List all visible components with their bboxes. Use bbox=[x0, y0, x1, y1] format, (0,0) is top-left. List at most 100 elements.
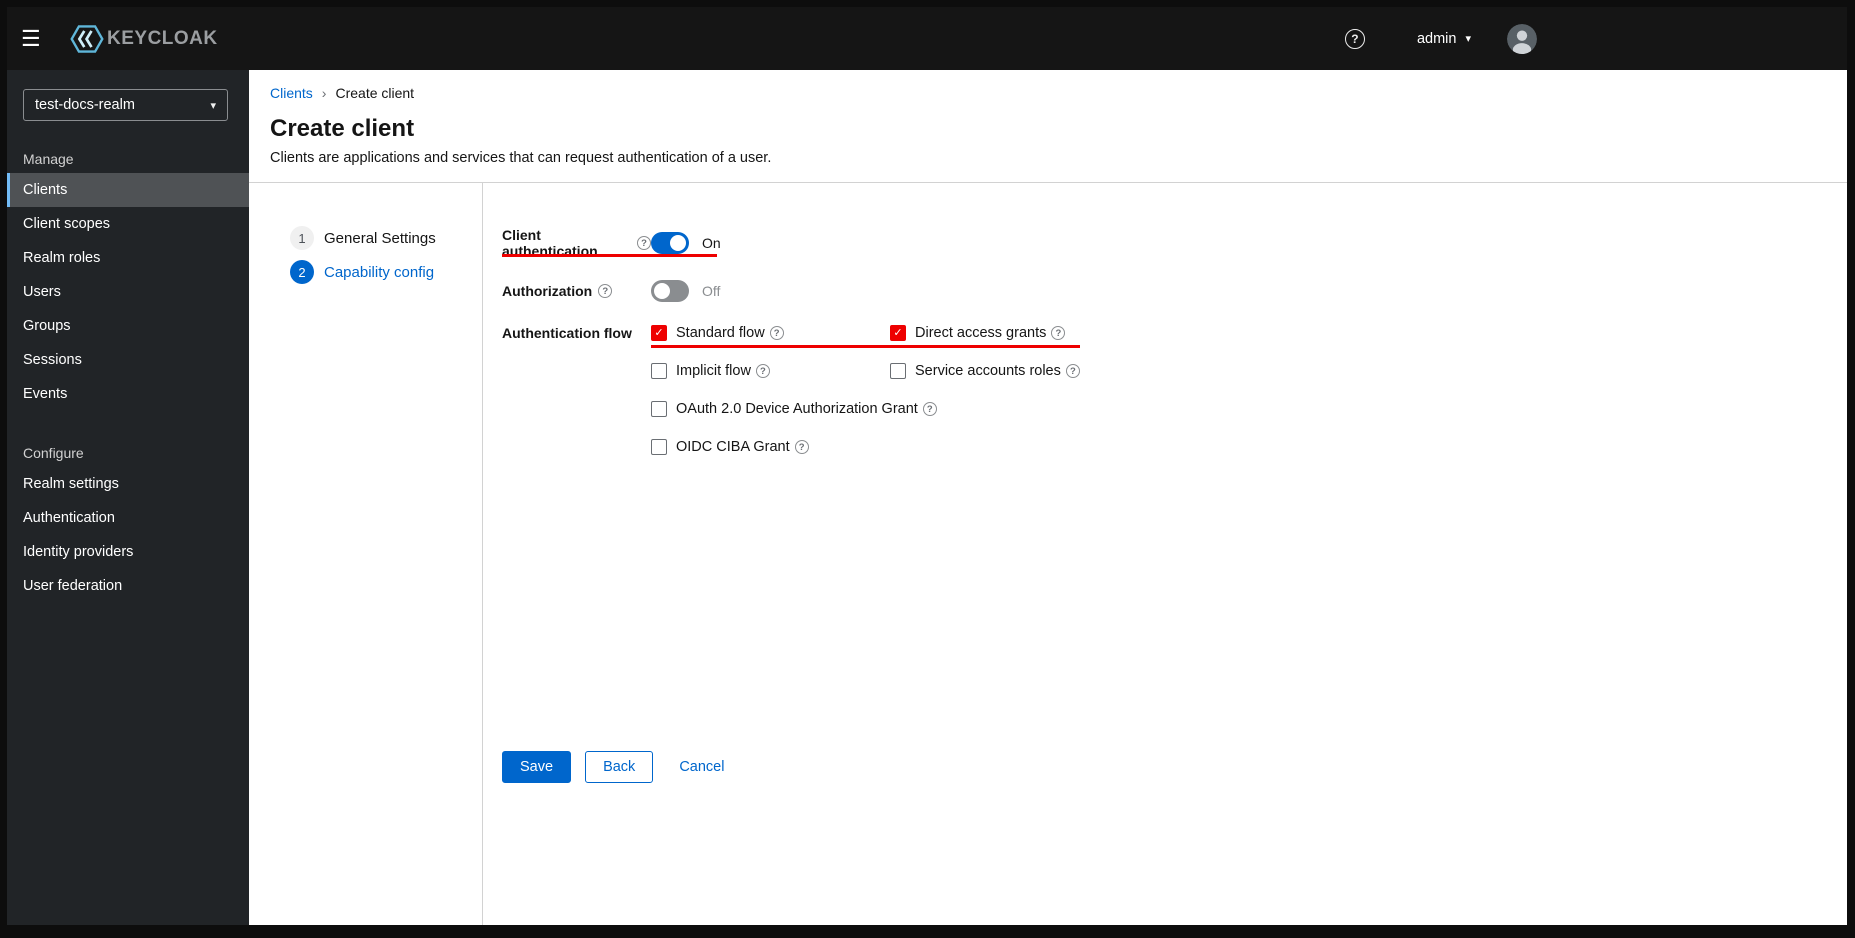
checkbox-oauth-device-authorization-grant[interactable]: ✓ OAuth 2.0 Device Authorization Grant ? bbox=[651, 401, 1080, 417]
breadcrumb: Clients › Create client bbox=[270, 85, 1823, 102]
help-icon[interactable]: ? bbox=[794, 440, 809, 454]
toggle-knob bbox=[670, 235, 686, 251]
checkbox-service-accounts-roles[interactable]: ✓ Service accounts roles ? bbox=[890, 363, 1080, 379]
check-icon: ✓ bbox=[654, 326, 664, 339]
wizard-step-capability-config[interactable]: 2 Capability config bbox=[290, 260, 482, 284]
hamburger-menu-icon[interactable]: ☰ bbox=[21, 26, 53, 52]
field-label-cell: Authorization ? bbox=[502, 283, 651, 299]
breadcrumb-separator-icon: › bbox=[321, 85, 327, 101]
sidebar-item-clients[interactable]: Clients bbox=[7, 173, 249, 207]
nav-section-configure: Configure Realm settings Authentication … bbox=[7, 445, 249, 603]
checkbox-box: ✓ bbox=[890, 325, 906, 341]
step-label: Capability config bbox=[324, 263, 435, 281]
checkbox-box: ✓ bbox=[651, 325, 667, 341]
masthead: ☰ KEYCLOAK ? admin ▾ bbox=[7, 7, 1847, 70]
field-control-cell: Off bbox=[651, 280, 720, 302]
sidebar: test-docs-realm ▾ Manage Clients Client … bbox=[7, 70, 249, 925]
help-icon[interactable]: ? bbox=[755, 364, 770, 378]
main-content: Clients › Create client Create client Cl… bbox=[249, 70, 1847, 925]
nav-section-manage: Manage Clients Client scopes Realm roles… bbox=[7, 151, 249, 411]
nav-section-title: Manage bbox=[23, 151, 74, 167]
breadcrumb-current: Create client bbox=[335, 85, 415, 101]
window-frame: ☰ KEYCLOAK ? admin ▾ test-docs-realm ▾ M… bbox=[0, 0, 1855, 938]
realm-name: test-docs-realm bbox=[35, 97, 135, 113]
checkbox-label: Standard flow bbox=[676, 325, 765, 341]
keycloak-logo-icon bbox=[70, 24, 104, 53]
authorization-toggle[interactable] bbox=[651, 280, 689, 302]
configure-nav: Realm settings Authentication Identity p… bbox=[7, 467, 249, 603]
masthead-right: ? admin ▾ bbox=[1344, 23, 1537, 54]
annotation-underline bbox=[502, 254, 717, 257]
toggle-state-label: On bbox=[702, 235, 721, 251]
check-icon: ✓ bbox=[893, 326, 903, 339]
authentication-flow-options: ✓ Standard flow ? ✓ Direct access grants… bbox=[651, 325, 1080, 455]
toggle-knob bbox=[654, 283, 670, 299]
help-icon[interactable]: ? bbox=[769, 326, 784, 340]
wizard-nav: 1 General Settings 2 Capability config bbox=[249, 183, 483, 925]
breadcrumb-clients-link[interactable]: Clients bbox=[270, 85, 313, 102]
page-title: Create client bbox=[270, 115, 415, 142]
create-client-wizard: 1 General Settings 2 Capability config C bbox=[249, 183, 1847, 925]
help-icon[interactable]: ? bbox=[637, 236, 651, 250]
avatar[interactable] bbox=[1507, 23, 1537, 54]
field-authentication-flow: Authentication flow ✓ Standard flow ? ✓ bbox=[502, 325, 1847, 455]
checkbox-label: Service accounts roles bbox=[915, 363, 1061, 379]
checkbox-standard-flow[interactable]: ✓ Standard flow ? bbox=[651, 325, 890, 348]
keycloak-logo[interactable]: KEYCLOAK bbox=[69, 21, 218, 57]
checkbox-label: Implicit flow bbox=[676, 363, 751, 379]
wizard-footer: Save Back Cancel bbox=[502, 751, 736, 783]
checkbox-box: ✓ bbox=[651, 363, 667, 379]
field-label: Authentication flow bbox=[502, 325, 632, 341]
capability-config-form: Client authentication ? On Authorization… bbox=[483, 183, 1847, 925]
sidebar-item-realm-roles[interactable]: Realm roles bbox=[7, 241, 249, 275]
step-label: General Settings bbox=[324, 229, 436, 247]
sidebar-item-user-federation[interactable]: User federation bbox=[7, 569, 249, 603]
help-icon[interactable]: ? bbox=[922, 402, 937, 416]
field-label-cell: Authentication flow bbox=[502, 325, 651, 342]
field-client-authentication: Client authentication ? On bbox=[502, 227, 1847, 259]
client-authentication-toggle[interactable] bbox=[651, 232, 689, 254]
field-control-cell: On bbox=[651, 232, 721, 254]
wizard-step-general-settings[interactable]: 1 General Settings bbox=[290, 226, 482, 250]
nav-section-title: Configure bbox=[23, 445, 84, 461]
sidebar-item-sessions[interactable]: Sessions bbox=[7, 343, 249, 377]
checkbox-box: ✓ bbox=[651, 401, 667, 417]
field-authorization: Authorization ? Off bbox=[502, 280, 1847, 302]
checkbox-implicit-flow[interactable]: ✓ Implicit flow ? bbox=[651, 363, 890, 379]
user-dropdown[interactable]: admin ▾ bbox=[1417, 31, 1471, 47]
help-icon[interactable]: ? bbox=[598, 284, 613, 298]
page-description: Clients are applications and services th… bbox=[270, 150, 772, 166]
checkbox-box: ✓ bbox=[651, 439, 667, 455]
sidebar-item-client-scopes[interactable]: Client scopes bbox=[7, 207, 249, 241]
back-button[interactable]: Back bbox=[585, 751, 654, 783]
layout: test-docs-realm ▾ Manage Clients Client … bbox=[7, 70, 1847, 925]
sidebar-item-identity-providers[interactable]: Identity providers bbox=[7, 535, 249, 569]
keycloak-admin-console: ☰ KEYCLOAK ? admin ▾ test-docs-realm ▾ M… bbox=[7, 7, 1847, 925]
logo-wordmark: KEYCLOAK bbox=[107, 27, 218, 49]
help-icon[interactable]: ? bbox=[1065, 364, 1080, 378]
checkbox-oidc-ciba-grant[interactable]: ✓ OIDC CIBA Grant ? bbox=[651, 439, 1080, 455]
caret-down-icon: ▾ bbox=[1465, 33, 1471, 45]
avatar-icon bbox=[1507, 23, 1537, 54]
step-number: 1 bbox=[290, 226, 314, 250]
help-icon[interactable]: ? bbox=[1344, 28, 1365, 49]
help-icon[interactable]: ? bbox=[1051, 326, 1066, 340]
sidebar-item-groups[interactable]: Groups bbox=[7, 309, 249, 343]
checkbox-box: ✓ bbox=[890, 363, 906, 379]
manage-nav: Clients Client scopes Realm roles Users … bbox=[7, 173, 249, 411]
checkbox-label: OIDC CIBA Grant bbox=[676, 439, 790, 455]
toggle-state-label: Off bbox=[702, 283, 721, 299]
sidebar-item-users[interactable]: Users bbox=[7, 275, 249, 309]
sidebar-item-events[interactable]: Events bbox=[7, 377, 249, 411]
checkbox-label: OAuth 2.0 Device Authorization Grant bbox=[676, 401, 918, 417]
save-button[interactable]: Save bbox=[502, 751, 572, 783]
sidebar-item-authentication[interactable]: Authentication bbox=[7, 501, 249, 535]
sidebar-item-realm-settings[interactable]: Realm settings bbox=[7, 467, 249, 501]
caret-down-icon: ▾ bbox=[210, 99, 216, 112]
user-name: admin bbox=[1416, 30, 1457, 47]
field-label: Authorization bbox=[502, 283, 593, 299]
checkbox-label: Direct access grants bbox=[915, 325, 1047, 341]
checkbox-direct-access-grants[interactable]: ✓ Direct access grants ? bbox=[890, 325, 1080, 348]
cancel-button[interactable]: Cancel bbox=[667, 752, 736, 782]
realm-selector[interactable]: test-docs-realm ▾ bbox=[23, 89, 228, 121]
